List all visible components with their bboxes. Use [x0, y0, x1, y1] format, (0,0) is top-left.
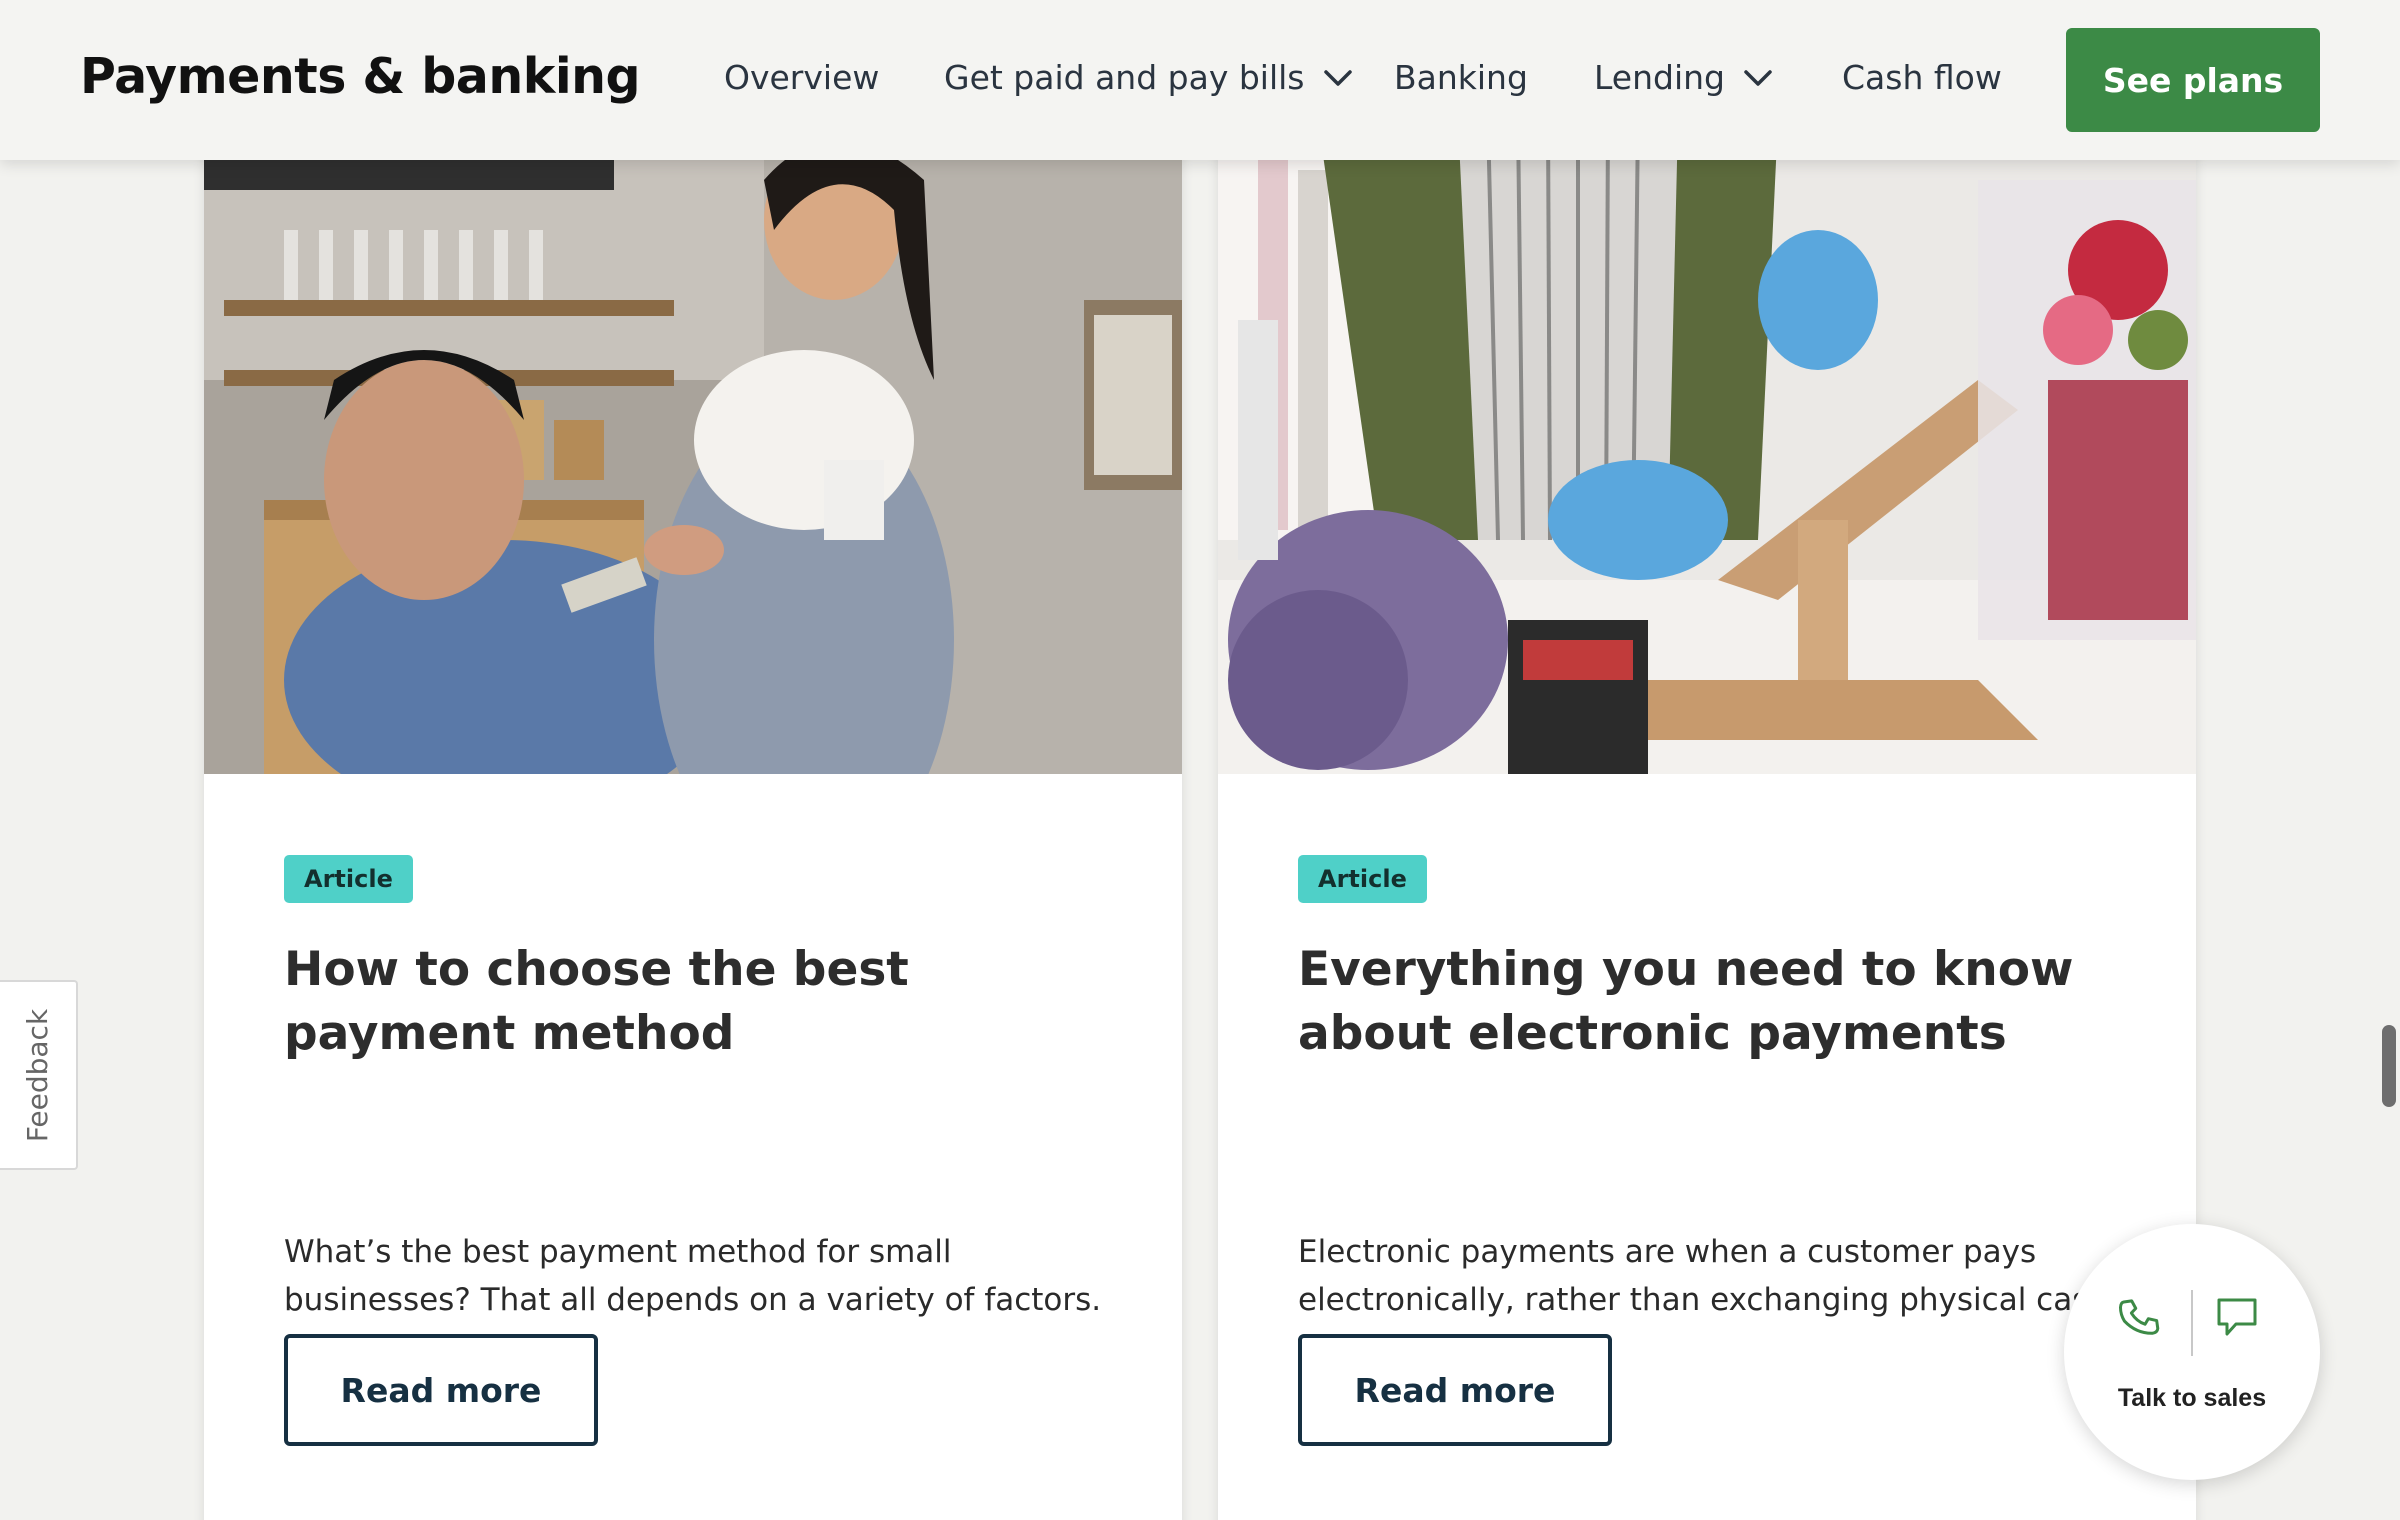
chevron-down-icon — [1323, 69, 1352, 86]
nav-lending[interactable]: Lending — [1594, 58, 1773, 97]
article-tag: Article — [1298, 855, 1427, 903]
nav-banking[interactable]: Banking — [1394, 58, 1528, 97]
talk-to-sales-widget[interactable]: Talk to sales — [2064, 1224, 2320, 1480]
widget-divider — [2191, 1290, 2193, 1356]
nav-cash-flow[interactable]: Cash flow — [1842, 58, 2002, 97]
article-title[interactable]: How to choose the best payment method — [284, 938, 1084, 1066]
scrollbar-thumb[interactable] — [2382, 1025, 2396, 1107]
nav-banking-label: Banking — [1394, 58, 1528, 97]
page-brand-title[interactable]: Payments & banking — [80, 48, 641, 105]
talk-to-sales-label: Talk to sales — [2117, 1384, 2267, 1412]
article-description: What’s the best payment method for small… — [284, 1234, 1102, 1318]
see-plans-button[interactable]: See plans — [2066, 28, 2320, 132]
nav-get-paid-and-pay-bills[interactable]: Get paid and pay bills — [944, 58, 1353, 97]
feedback-tab[interactable]: Feedback — [0, 980, 78, 1170]
nav-overview[interactable]: Overview — [724, 58, 879, 97]
nav-overview-label: Overview — [724, 58, 880, 97]
nav-lending-label: Lending — [1594, 58, 1726, 97]
article-tag: Article — [284, 855, 413, 903]
chevron-down-icon — [1744, 69, 1772, 86]
article-image-electronic-payment — [1218, 120, 2196, 774]
article-image-cafe-payment — [204, 120, 1182, 774]
nav-get-paid-label: Get paid and pay bills — [944, 58, 1305, 97]
nav-cash-flow-label: Cash flow — [1842, 58, 2002, 97]
top-navigation-bar: Payments & banking Overview Get paid and… — [0, 0, 2400, 160]
read-more-button[interactable]: Read more — [1298, 1334, 1612, 1446]
phone-icon[interactable] — [2116, 1294, 2162, 1340]
feedback-label: Feedback — [21, 1008, 55, 1142]
article-card[interactable]: Article Everything you need to know abou… — [1218, 120, 2196, 1520]
chat-icon[interactable] — [2214, 1294, 2260, 1340]
article-title[interactable]: Everything you need to know about electr… — [1298, 938, 2098, 1066]
read-more-button[interactable]: Read more — [284, 1334, 598, 1446]
article-card[interactable]: Article How to choose the best payment m… — [204, 120, 1182, 1520]
